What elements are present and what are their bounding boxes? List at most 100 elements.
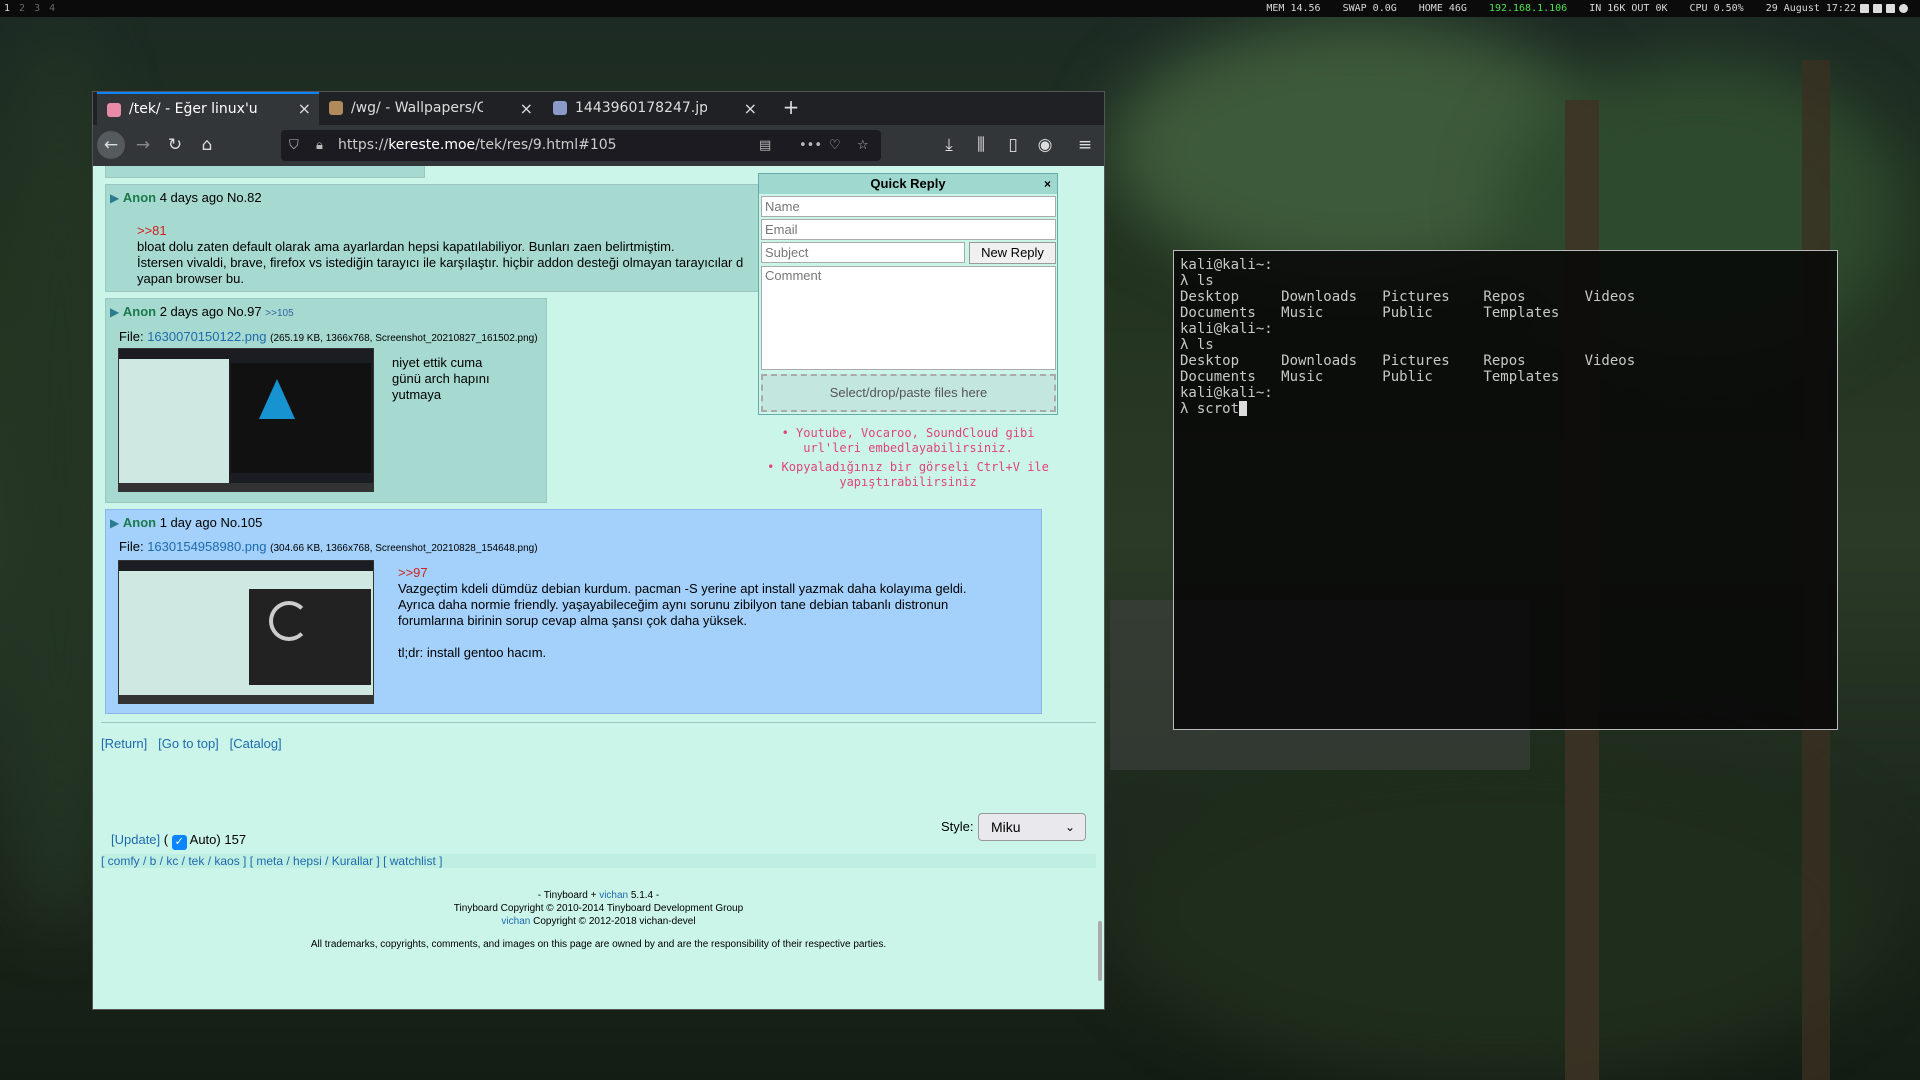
poster-name: Anon — [122, 515, 157, 530]
vichan-link[interactable]: vichan — [501, 916, 530, 927]
go-to-top-link[interactable]: [Go to top] — [158, 736, 219, 751]
close-tab-icon[interactable]: × — [298, 94, 311, 124]
bookmark-star-icon[interactable]: ☆ — [857, 130, 869, 161]
terminal-line: kali@kali~: — [1180, 257, 1273, 273]
board-list[interactable]: [ comfy / b / kc / tek / kaos ] [ meta /… — [101, 854, 1096, 868]
menu-icon[interactable]: ≡ — [1071, 131, 1099, 159]
mem-stat: MEM 14.56 — [1266, 3, 1321, 14]
lock-icon[interactable]: 🔒︎ — [316, 130, 323, 161]
style-select[interactable]: Miku ⌄ — [978, 813, 1086, 841]
auto-label: Auto) — [189, 832, 221, 847]
quote-link[interactable]: >>81 — [137, 223, 743, 239]
workspace-3[interactable]: 3 — [34, 3, 40, 14]
sidebar-icon[interactable]: ▯ — [999, 131, 1027, 159]
thumb-debian-logo — [269, 601, 309, 641]
new-tab-button[interactable]: + — [776, 92, 806, 125]
paste-note: • Kopyaladığınız bir görseli Ctrl+V ile … — [753, 460, 1063, 490]
close-tab-icon[interactable]: × — [744, 92, 757, 125]
thumb-taskbar — [119, 695, 373, 703]
tab-tek[interactable]: /tek/ - Eğer linux'u deneme × — [97, 92, 319, 125]
comment-field[interactable]: Comment — [761, 266, 1056, 370]
page-scrollbar[interactable] — [1096, 166, 1102, 1009]
tab-title: 1443960178247.jpg (JPEG — [575, 100, 707, 116]
post-line: Vazgeçtim kdeli dümdüz debian kurdum. pa… — [398, 581, 967, 596]
volume-icon[interactable] — [1899, 3, 1908, 13]
clipboard-icon[interactable] — [1860, 3, 1869, 13]
tab-image[interactable]: 1443960178247.jpg (JPEG × — [543, 92, 765, 125]
previous-post-fragment — [105, 166, 425, 178]
quote-link[interactable]: >>97 — [398, 565, 966, 581]
update-link[interactable]: [Update] — [111, 832, 160, 847]
back-arrow-icon[interactable]: ← — [97, 131, 125, 159]
new-reply-button[interactable]: New Reply — [969, 242, 1056, 264]
url-host: kereste.moe — [388, 137, 476, 153]
page-actions-icon[interactable]: ••• — [799, 130, 822, 161]
style-label: Style: — [941, 819, 974, 834]
image-favicon-icon — [553, 101, 567, 115]
vichan-link[interactable]: vichan — [599, 890, 628, 901]
post-toggle-icon[interactable]: ▶ — [110, 191, 119, 205]
post-line: niyet ettik cuma — [392, 355, 483, 370]
mail-icon[interactable] — [1873, 3, 1882, 13]
thumb-taskbar — [119, 483, 373, 491]
post-thumbnail[interactable] — [118, 560, 374, 704]
url-bar[interactable]: ⛉ 🔒︎ https://kereste.moe/tek/res/9.html#… — [281, 130, 881, 161]
url-path: /tek/res/9.html#105 — [475, 137, 617, 153]
post-line: forumlarına birinin sorup cevap alma şan… — [398, 613, 748, 628]
battery-icon[interactable] — [1886, 3, 1895, 13]
post-toggle-icon[interactable]: ▶ — [110, 516, 119, 530]
post-line: günü arch hapını — [392, 371, 490, 386]
subject-field[interactable]: Subject — [761, 242, 965, 263]
terminal-window[interactable]: kali@kali~: λ ls Desktop Downloads Pictu… — [1173, 250, 1838, 730]
close-tab-icon[interactable]: × — [520, 92, 533, 125]
kereste-favicon-icon — [329, 101, 343, 115]
workspace-1[interactable]: 1 — [4, 3, 10, 14]
email-field[interactable]: Email — [761, 219, 1056, 240]
post-number[interactable]: No.82 — [227, 190, 262, 205]
forward-arrow-icon[interactable]: → — [129, 131, 157, 159]
backlink[interactable]: >>105 — [265, 308, 293, 319]
wallpaper-foliage — [1110, 740, 1890, 1080]
scrollbar-thumb[interactable] — [1098, 921, 1102, 981]
catalog-link[interactable]: [Catalog] — [230, 736, 282, 751]
post-body: niyet ettik cuma günü arch hapını yutmay… — [392, 355, 490, 403]
thumb-terminal-region — [249, 589, 371, 685]
file-meta: (304.66 KB, 1366x768, Screenshot_2021082… — [270, 543, 538, 554]
post-toggle-icon[interactable]: ▶ — [110, 305, 119, 319]
terminal-line: Documents Music Public Templates — [1180, 369, 1560, 385]
style-value: Miku — [991, 819, 1021, 835]
post-105: ▶ Anon 1 day ago No.105 File: 1630154958… — [105, 509, 1042, 714]
account-icon[interactable]: ◉ — [1031, 131, 1059, 159]
terminal-prompt[interactable]: λ scrot — [1180, 401, 1831, 417]
footer-text: 5.1.4 - — [628, 890, 660, 901]
swap-stat: SWAP 0.0G — [1342, 3, 1397, 14]
pocket-icon[interactable]: ♡ — [829, 130, 841, 161]
post-number[interactable]: No.105 — [220, 515, 262, 530]
post-header: ▶ Anon 4 days ago No.82 — [110, 190, 262, 205]
post-number[interactable]: No.97 — [227, 304, 262, 319]
return-link[interactable]: [Return] — [101, 736, 147, 751]
tracking-shield-icon[interactable]: ⛉ — [289, 130, 299, 161]
workspace-2[interactable]: 2 — [19, 3, 25, 14]
kereste-favicon-icon — [107, 103, 121, 117]
tab-wg[interactable]: /wg/ - Wallpapers/General × — [319, 92, 541, 125]
reload-icon[interactable]: ↻ — [161, 131, 189, 159]
workspace-4[interactable]: 4 — [49, 3, 55, 14]
file-dropzone[interactable]: Select/drop/paste files here — [761, 374, 1056, 412]
post-thumbnail[interactable] — [118, 348, 374, 492]
file-link[interactable]: 1630070150122.png — [147, 329, 266, 344]
auto-update-checkbox[interactable]: ✓ — [171, 835, 187, 850]
downloads-icon[interactable]: ⤓ — [935, 131, 963, 159]
footer-copyright: Tinyboard Copyright © 2010-2014 Tinyboar… — [453, 903, 744, 914]
reader-view-icon[interactable]: ▤ — [759, 130, 771, 161]
url-prefix: https:// — [338, 137, 389, 153]
file-link[interactable]: 1630154958980.png — [147, 539, 266, 554]
close-icon[interactable]: × — [1044, 174, 1051, 194]
thread-page: ▶ Anon 4 days ago No.82 >>81 bloat dolu … — [93, 166, 1104, 1009]
tab-bar: /tek/ - Eğer linux'u deneme × /wg/ - Wal… — [93, 92, 1104, 125]
library-icon[interactable]: ⫼ — [967, 131, 995, 159]
home-icon[interactable]: ⌂ — [193, 131, 221, 159]
quick-reply-header[interactable]: Quick Reply × — [759, 174, 1057, 194]
terminal-line: Desktop Downloads Pictures Repos Videos — [1180, 353, 1636, 369]
name-field[interactable]: Name — [761, 196, 1056, 217]
